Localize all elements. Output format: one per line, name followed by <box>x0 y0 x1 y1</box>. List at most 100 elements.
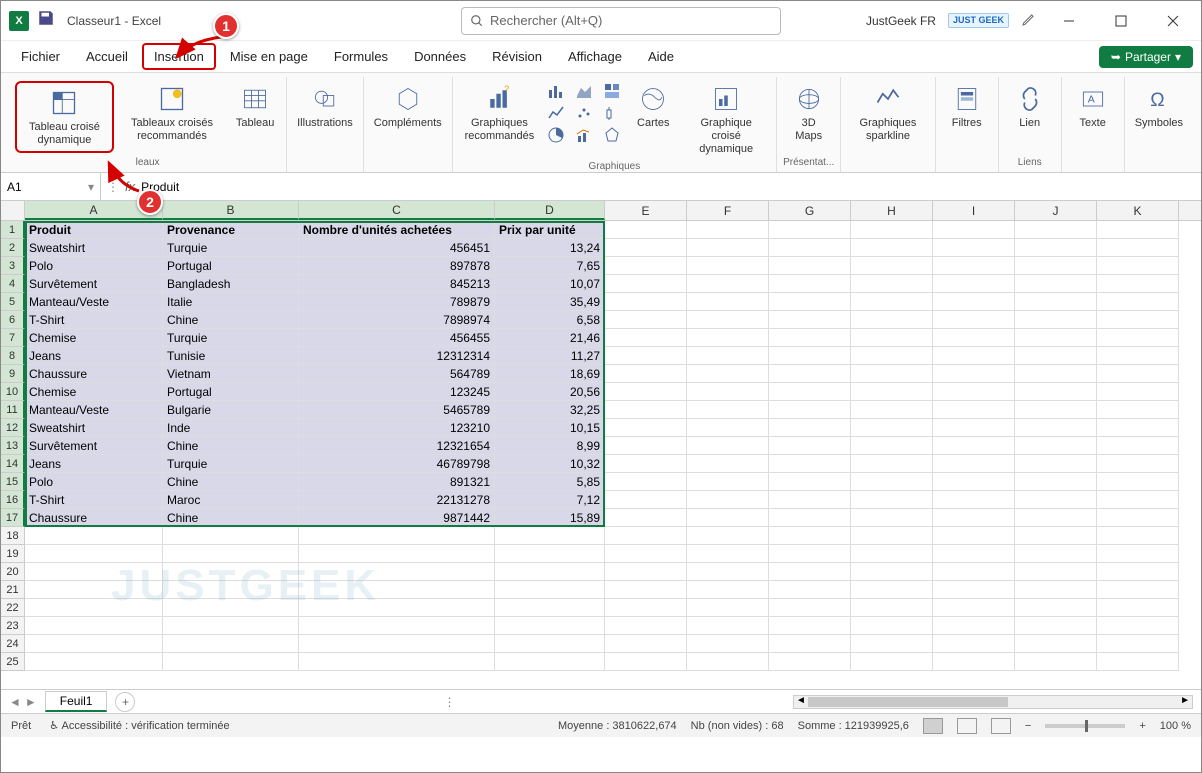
sparklines-button[interactable]: Graphiques sparkline <box>847 81 928 145</box>
row-header[interactable]: 14 <box>1 455 25 473</box>
cell[interactable] <box>687 329 769 347</box>
col-header-C[interactable]: C <box>299 201 495 220</box>
cell[interactable] <box>933 563 1015 581</box>
cell[interactable] <box>495 617 605 635</box>
cell[interactable] <box>163 527 299 545</box>
tab-affichage[interactable]: Affichage <box>556 43 634 70</box>
cell[interactable] <box>933 491 1015 509</box>
cell[interactable]: T-Shirt <box>25 311 163 329</box>
row-header[interactable]: 1 <box>1 221 25 239</box>
table-row[interactable]: 17ChaussureChine987144215,89 <box>1 509 1201 527</box>
cell[interactable] <box>495 635 605 653</box>
cell[interactable] <box>1015 545 1097 563</box>
cell[interactable] <box>605 473 687 491</box>
cell[interactable] <box>299 527 495 545</box>
scroll-left-icon[interactable]: ◄ <box>796 695 806 706</box>
cell[interactable] <box>1015 437 1097 455</box>
table-row[interactable]: 24 <box>1 635 1201 653</box>
row-header[interactable]: 4 <box>1 275 25 293</box>
cell[interactable] <box>851 581 933 599</box>
cell[interactable] <box>851 239 933 257</box>
cell[interactable]: 21,46 <box>495 329 605 347</box>
scroll-right-icon[interactable]: ► <box>1180 695 1190 706</box>
row-header[interactable]: 16 <box>1 491 25 509</box>
cell[interactable] <box>1015 401 1097 419</box>
cell[interactable] <box>933 545 1015 563</box>
cell[interactable] <box>605 221 687 239</box>
cell[interactable] <box>933 527 1015 545</box>
cell[interactable] <box>933 329 1015 347</box>
cell[interactable] <box>687 347 769 365</box>
cell[interactable] <box>933 239 1015 257</box>
table-row[interactable]: 11Manteau/VesteBulgarie546578932,25 <box>1 401 1201 419</box>
cell[interactable] <box>1097 347 1179 365</box>
row-header[interactable]: 7 <box>1 329 25 347</box>
cell[interactable] <box>1015 275 1097 293</box>
cell[interactable] <box>1015 311 1097 329</box>
cell[interactable]: Portugal <box>163 257 299 275</box>
cell[interactable]: Chine <box>163 311 299 329</box>
cell[interactable]: 7,65 <box>495 257 605 275</box>
cell[interactable]: Chemise <box>25 383 163 401</box>
cell[interactable]: T-Shirt <box>25 491 163 509</box>
cell[interactable] <box>299 545 495 563</box>
table-row[interactable]: 12SweatshirtInde12321010,15 <box>1 419 1201 437</box>
table-row[interactable]: 1ProduitProvenanceNombre d'unités acheté… <box>1 221 1201 239</box>
cell[interactable] <box>851 635 933 653</box>
cell[interactable] <box>1015 563 1097 581</box>
text-button[interactable]: ATexte <box>1068 81 1118 132</box>
cell[interactable] <box>687 437 769 455</box>
cell[interactable] <box>1097 275 1179 293</box>
cell[interactable] <box>933 473 1015 491</box>
row-header[interactable]: 2 <box>1 239 25 257</box>
cell[interactable] <box>163 581 299 599</box>
cell[interactable] <box>163 617 299 635</box>
cell[interactable]: 35,49 <box>495 293 605 311</box>
cell[interactable] <box>687 653 769 671</box>
cell[interactable] <box>687 275 769 293</box>
col-header-B[interactable]: B <box>163 201 299 220</box>
cell[interactable] <box>851 473 933 491</box>
cell[interactable] <box>933 635 1015 653</box>
table-row[interactable]: 4SurvêtementBangladesh84521310,07 <box>1 275 1201 293</box>
cell[interactable] <box>851 401 933 419</box>
cell[interactable] <box>605 527 687 545</box>
table-row[interactable]: 23 <box>1 617 1201 635</box>
cell[interactable] <box>851 545 933 563</box>
cell[interactable] <box>495 581 605 599</box>
cell[interactable] <box>933 653 1015 671</box>
cell[interactable] <box>1015 635 1097 653</box>
cell[interactable]: Vietnam <box>163 365 299 383</box>
cell[interactable] <box>299 635 495 653</box>
cell[interactable] <box>933 437 1015 455</box>
spreadsheet-grid[interactable]: JUSTGEEK A B C D E F G H I J K 1ProduitP… <box>1 201 1201 689</box>
cell[interactable]: 897878 <box>299 257 495 275</box>
cell[interactable] <box>1097 491 1179 509</box>
cell[interactable]: Sweatshirt <box>25 239 163 257</box>
cell[interactable] <box>163 635 299 653</box>
cell[interactable] <box>25 635 163 653</box>
sheet-prev-icon[interactable]: ◄ <box>9 695 21 709</box>
row-header[interactable]: 23 <box>1 617 25 635</box>
cell[interactable] <box>1097 509 1179 527</box>
cell[interactable] <box>933 581 1015 599</box>
row-header[interactable]: 19 <box>1 545 25 563</box>
cell[interactable]: 456455 <box>299 329 495 347</box>
cell[interactable]: 12312314 <box>299 347 495 365</box>
table-row[interactable]: 13SurvêtementChine123216548,99 <box>1 437 1201 455</box>
tab-accueil[interactable]: Accueil <box>74 43 140 70</box>
cell[interactable] <box>1015 599 1097 617</box>
cell[interactable] <box>605 491 687 509</box>
cell[interactable] <box>769 239 851 257</box>
cell[interactable] <box>851 509 933 527</box>
cell[interactable] <box>1097 545 1179 563</box>
maps-button[interactable]: Cartes <box>628 81 678 132</box>
cell[interactable] <box>605 437 687 455</box>
cell[interactable] <box>933 293 1015 311</box>
cell[interactable]: Turquie <box>163 329 299 347</box>
cell[interactable] <box>851 455 933 473</box>
cell[interactable] <box>1015 329 1097 347</box>
pie-chart-icon[interactable] <box>544 125 568 145</box>
cell[interactable] <box>687 491 769 509</box>
cell[interactable] <box>1015 221 1097 239</box>
